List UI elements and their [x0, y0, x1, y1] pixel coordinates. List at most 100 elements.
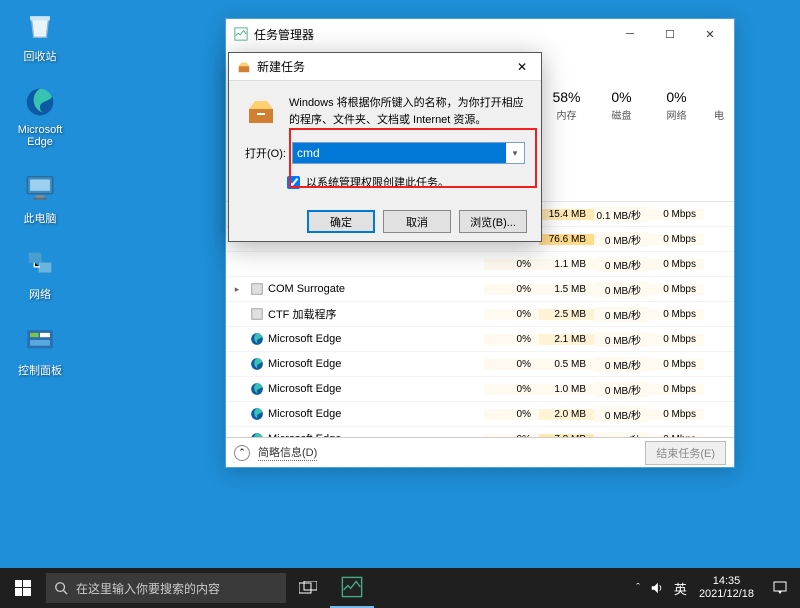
process-name: CTF 加载程序 — [266, 306, 484, 322]
cell-network: 0 Mbps — [649, 309, 704, 320]
open-combobox[interactable]: ▾ — [292, 142, 525, 164]
windows-icon — [15, 580, 31, 596]
action-center-button[interactable] — [760, 568, 800, 608]
cell-cpu: 0% — [484, 309, 539, 320]
system-tray[interactable]: ˆ 英 — [630, 579, 693, 598]
cell-cpu: 0% — [484, 334, 539, 345]
process-row[interactable]: Microsoft Edge0%2.1 MB0 MB/秒0 Mbps — [226, 327, 734, 352]
col-network[interactable]: 0%网络 — [649, 89, 704, 122]
titlebar[interactable]: 任务管理器 ─ ☐ ✕ — [226, 19, 734, 49]
expand-icon[interactable]: ▸ — [226, 284, 248, 295]
cell-memory: 1.0 MB — [539, 384, 594, 395]
cell-disk: 0 MB/秒 — [594, 357, 649, 372]
cell-memory: 2.1 MB — [539, 334, 594, 345]
cell-network: 0 Mbps — [649, 259, 704, 270]
task-view-button[interactable] — [286, 568, 330, 608]
column-headers: 58%内存 0%磁盘 0%网络 电 — [539, 89, 734, 122]
process-row[interactable]: Microsoft Edge0%1.0 MB0 MB/秒0 Mbps — [226, 377, 734, 402]
cell-disk: 0 MB/秒 — [594, 382, 649, 397]
cell-memory: 1.5 MB — [539, 284, 594, 295]
process-row[interactable]: ▸COM Surrogate0%1.5 MB0 MB/秒0 Mbps — [226, 277, 734, 302]
tray-chevron-up-icon[interactable]: ˆ — [636, 582, 640, 594]
desktop-edge[interactable]: Microsoft Edge — [10, 84, 70, 148]
dialog-title: 新建任务 — [257, 58, 305, 75]
end-task-button[interactable]: 结束任务(E) — [645, 441, 726, 465]
taskmgr-icon — [341, 576, 363, 598]
taskbar-app-taskmgr[interactable] — [330, 568, 374, 608]
search-icon — [54, 581, 68, 595]
taskmgr-icon — [234, 27, 248, 41]
chevron-down-icon[interactable]: ▾ — [506, 148, 524, 159]
cell-memory: 2.5 MB — [539, 309, 594, 320]
cell-disk: 0 MB/秒 — [594, 232, 649, 247]
browse-button[interactable]: 浏览(B)... — [459, 210, 527, 233]
notification-icon — [772, 580, 788, 596]
process-icon — [248, 306, 266, 322]
process-name: Microsoft Edge — [266, 333, 484, 345]
volume-icon[interactable] — [650, 581, 664, 595]
desktop-icon-label: 此电脑 — [10, 210, 70, 226]
cell-disk: 0 MB/秒 — [594, 257, 649, 272]
cell-disk: 0.1 MB/秒 — [594, 207, 649, 222]
maximize-button[interactable]: ☐ — [650, 20, 690, 48]
desktop-icon-label: Microsoft Edge — [10, 124, 70, 148]
process-icon — [248, 331, 266, 347]
cell-cpu: 0% — [484, 409, 539, 420]
minimize-button[interactable]: ─ — [610, 20, 650, 48]
cell-disk: 0 MB/秒 — [594, 307, 649, 322]
cell-disk: 0 MB/秒 — [594, 282, 649, 297]
process-row[interactable]: Microsoft Edge0%0.5 MB0 MB/秒0 Mbps — [226, 352, 734, 377]
col-disk[interactable]: 0%磁盘 — [594, 89, 649, 122]
process-icon — [248, 406, 266, 422]
cell-cpu: 0% — [484, 259, 539, 270]
dialog-close-button[interactable]: ✕ — [507, 55, 537, 79]
footer: ⌃ 简略信息(D) 结束任务(E) — [226, 437, 734, 467]
cell-memory: 15.4 MB — [539, 209, 594, 220]
dialog-titlebar[interactable]: 新建任务 ✕ — [229, 53, 541, 81]
process-icon — [248, 281, 266, 297]
edge-icon — [22, 84, 58, 120]
admin-checkbox[interactable] — [287, 176, 300, 189]
ok-button[interactable]: 确定 — [307, 210, 375, 233]
cell-network: 0 Mbps — [649, 409, 704, 420]
search-box[interactable]: 在这里输入你要搜索的内容 — [46, 573, 286, 603]
desktop-network[interactable]: 网络 — [10, 246, 70, 302]
desktop-icon-label: 控制面板 — [10, 362, 70, 378]
process-row[interactable]: CTF 加载程序0%2.5 MB0 MB/秒0 Mbps — [226, 302, 734, 327]
col-memory[interactable]: 58%内存 — [539, 89, 594, 122]
ime-indicator[interactable]: 英 — [674, 579, 687, 598]
cancel-button[interactable]: 取消 — [383, 210, 451, 233]
close-button[interactable]: ✕ — [690, 20, 730, 48]
cell-network: 0 Mbps — [649, 234, 704, 245]
clock[interactable]: 14:35 2021/12/18 — [693, 575, 760, 601]
process-row[interactable]: Microsoft Edge0%7.8 MB0 MB/秒0 Mbps — [226, 427, 734, 437]
desktop-control-panel[interactable]: 控制面板 — [10, 322, 70, 378]
control-panel-icon — [22, 322, 58, 358]
clock-time: 14:35 — [699, 575, 754, 588]
desktop-icon-label: 回收站 — [10, 48, 70, 64]
process-row[interactable]: 0%1.1 MB0 MB/秒0 Mbps — [226, 252, 734, 277]
open-input[interactable] — [293, 143, 506, 163]
process-name: Microsoft Edge — [266, 383, 484, 395]
run-icon — [237, 60, 251, 74]
desktop-recycle-bin[interactable]: 回收站 — [10, 8, 70, 64]
desktop-this-pc[interactable]: 此电脑 — [10, 170, 70, 226]
open-label: 打开(O): — [245, 145, 286, 161]
process-row[interactable]: Microsoft Edge0%2.0 MB0 MB/秒0 Mbps — [226, 402, 734, 427]
cell-cpu: 0% — [484, 384, 539, 395]
cell-memory: 0.5 MB — [539, 359, 594, 370]
search-placeholder: 在这里输入你要搜索的内容 — [76, 580, 220, 597]
collapse-button[interactable]: ⌃ — [234, 445, 250, 461]
taskbar: 在这里输入你要搜索的内容 ˆ 英 14:35 2021/12/18 — [0, 568, 800, 608]
fewer-details-link[interactable]: 简略信息(D) — [258, 444, 317, 461]
task-view-icon — [299, 581, 317, 595]
process-name: Microsoft Edge — [266, 358, 484, 370]
cell-network: 0 Mbps — [649, 359, 704, 370]
col-power[interactable]: 电 — [704, 89, 734, 122]
run-dialog: 新建任务 ✕ Windows 将根据你所键入的名称，为你打开相应的程序、文件夹、… — [228, 52, 542, 242]
recycle-bin-icon — [22, 8, 58, 44]
cell-network: 0 Mbps — [649, 209, 704, 220]
desktop-icon-label: 网络 — [10, 286, 70, 302]
start-button[interactable] — [0, 568, 46, 608]
network-icon — [22, 246, 58, 282]
